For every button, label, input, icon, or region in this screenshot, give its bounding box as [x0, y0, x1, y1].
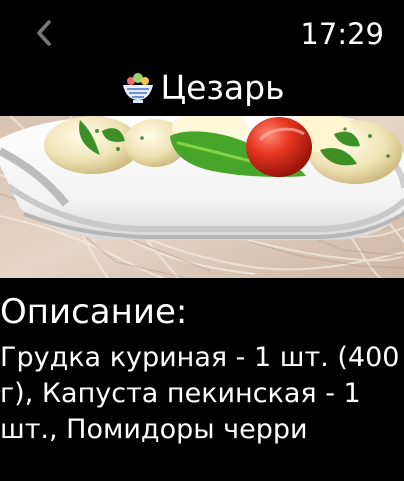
description-heading: Описание:	[0, 292, 188, 332]
recipe-title: Цезарь	[160, 68, 285, 107]
salad-bowl-icon	[123, 73, 154, 103]
description-text: Грудка куриная - 1 шт. (400 г), Капуста …	[0, 342, 400, 445]
recipe-title-row: Цезарь	[0, 67, 404, 109]
recipe-detail-screen: 17:29 Цезарь Описание: Грудка куриная - …	[0, 0, 404, 481]
back-chevron-icon[interactable]	[32, 18, 56, 48]
salad-photo	[0, 116, 404, 278]
clock-time: 17:29	[300, 17, 384, 51]
